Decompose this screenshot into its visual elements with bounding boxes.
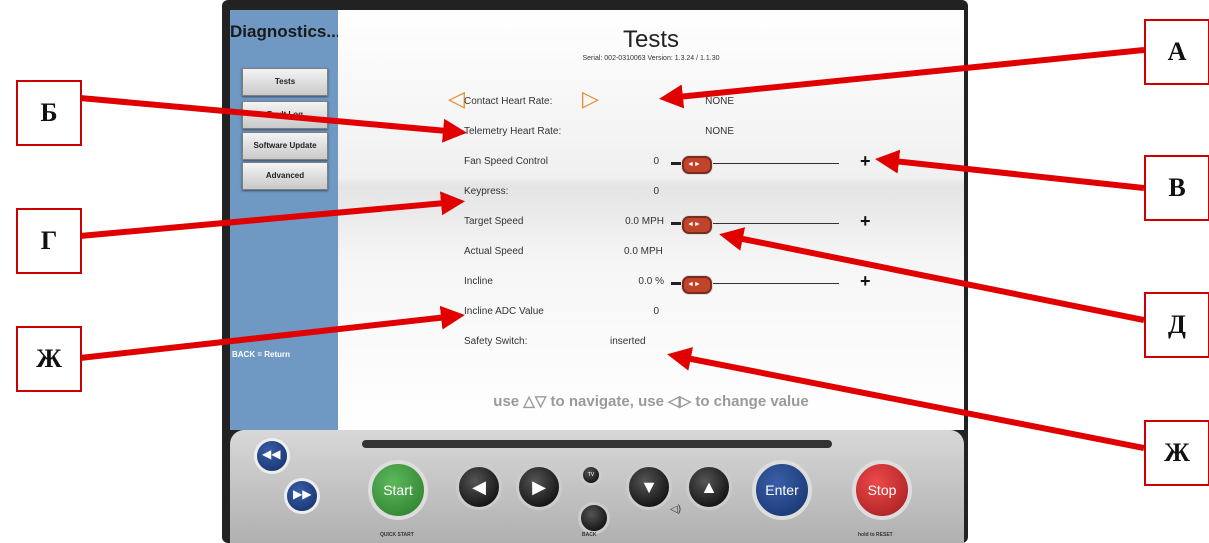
callout-a: А [1144,19,1209,85]
arrow-b [79,95,467,143]
callout-b: Б [16,80,82,146]
callout-zh-left: Ж [16,326,82,392]
arrow-zh-left [79,305,465,361]
arrow-v [875,149,1145,191]
arrow-d [719,227,1145,323]
arrow-g [79,191,465,239]
callout-v: В [1144,155,1209,221]
arrow-a [659,47,1145,109]
callout-d: Д [1144,292,1209,358]
callout-zh-right: Ж [1144,420,1209,486]
callout-g: Г [16,208,82,274]
annotation-arrows [79,47,1145,451]
arrow-zh-right [667,347,1145,451]
